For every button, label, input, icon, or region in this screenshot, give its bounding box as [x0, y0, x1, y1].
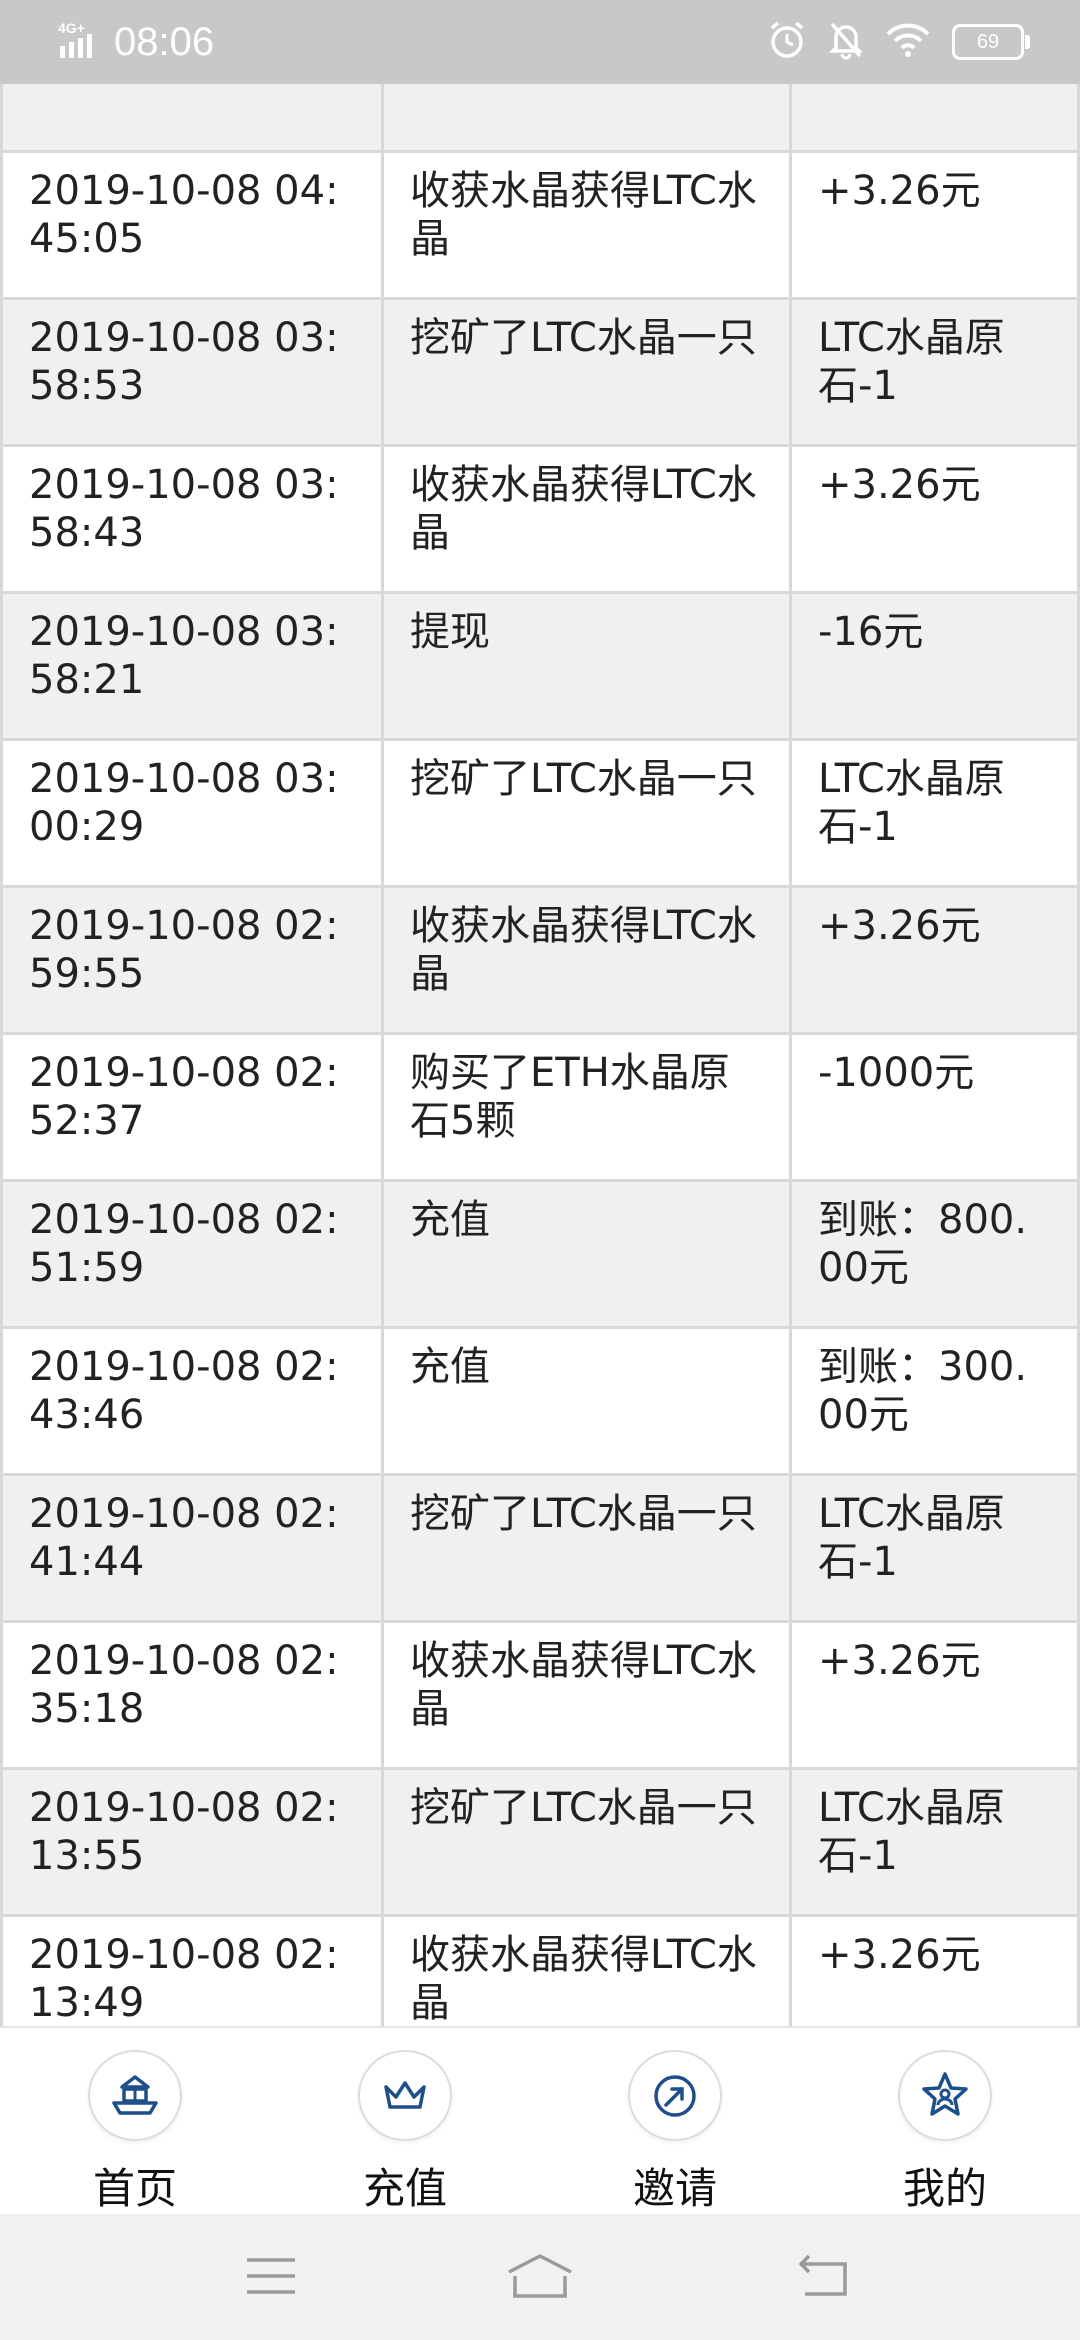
signal-icon: 4G+	[58, 20, 104, 64]
record-description: 收获水晶获得LTC水晶	[381, 1917, 789, 2026]
record-amount: +3.26元	[789, 447, 1080, 591]
tab-invite-label: 邀请	[632, 2164, 717, 2213]
record-description: 挖矿了LTC水晶一只	[381, 1476, 789, 1620]
crown-icon	[358, 2050, 452, 2141]
record-description: 提现	[381, 594, 789, 738]
status-right: 69	[768, 18, 1030, 66]
network-type: 4G+	[58, 20, 85, 36]
record-time: 2019-10-08 03:00:29	[0, 741, 381, 885]
tab-mine-label: 我的	[902, 2164, 987, 2213]
record-time: 2019-10-08 02:59:55	[0, 888, 381, 1032]
record-description: 充值	[381, 1182, 789, 1326]
record-amount: +3.26元	[789, 888, 1080, 1032]
tab-home-label: 首页	[92, 2164, 177, 2213]
table-row: 04:45:15只石-1	[0, 84, 1080, 153]
mute-icon	[828, 20, 864, 64]
record-description: 只	[381, 84, 789, 150]
record-description: 充值	[381, 1329, 789, 1473]
status-bar: 4G+ 08:06 69	[0, 0, 1080, 84]
record-description: 挖矿了LTC水晶一只	[381, 741, 789, 885]
record-time: 2019-10-08 02:52:37	[0, 1035, 381, 1179]
table-row: 2019-10-08 03:58:53 挖矿了LTC水晶一只 LTC水晶原石-1	[0, 300, 1080, 447]
record-time: 2019-10-08 03:58:21	[0, 594, 381, 738]
record-time: 2019-10-08 02:13:55	[0, 1770, 381, 1914]
tab-invite[interactable]: 邀请	[540, 2028, 810, 2216]
record-amount: LTC水晶原石-1	[789, 300, 1080, 444]
records-scroll-area[interactable]: 04:45:15只石-12019-10-08 04:45:05收获水晶获得LTC…	[0, 84, 1080, 2026]
table-row: 2019-10-08 02:52:37 购买了ETH水晶原石5颗 -1000元	[0, 1035, 1080, 1182]
record-time: 2019-10-08 02:51:59	[0, 1182, 381, 1326]
record-amount: LTC水晶原石-1	[789, 741, 1080, 885]
record-time: 2019-10-08 02:13:49	[0, 1917, 381, 2026]
table-row: 2019-10-08 03:58:43 收获水晶获得LTC水晶 +3.26元	[0, 447, 1080, 594]
system-nav-bar	[0, 2214, 1080, 2340]
record-time: 2019-10-08 03:58:53	[0, 300, 381, 444]
battery-level: 69	[976, 30, 1000, 53]
profile-star-icon	[898, 2050, 992, 2141]
record-amount: 到账：300.00元	[789, 1329, 1080, 1473]
tab-home[interactable]: 首页	[0, 2028, 270, 2216]
record-amount: +3.26元	[789, 1917, 1080, 2026]
record-amount: +3.26元	[789, 153, 1080, 297]
tab-recharge[interactable]: 充值	[270, 2028, 540, 2216]
tab-mine[interactable]: 我的	[810, 2028, 1080, 2216]
home-icon[interactable]	[505, 2250, 575, 2306]
invite-arrow-icon	[628, 2050, 722, 2141]
records-table: 04:45:15只石-12019-10-08 04:45:05收获水晶获得LTC…	[0, 84, 1080, 2026]
record-time: 04:45:15	[0, 84, 381, 150]
table-row: 2019-10-08 04:45:05 收获水晶获得LTC水晶 +3.26元	[0, 153, 1080, 300]
record-time: 2019-10-08 02:41:44	[0, 1476, 381, 1620]
bottom-tab-bar: 首页 充值 邀请 我的	[0, 2026, 1080, 2216]
record-amount: 到账：800.00元	[789, 1182, 1080, 1326]
record-amount: 石-1	[789, 84, 1080, 150]
table-row: 2019-10-08 02:13:55 挖矿了LTC水晶一只 LTC水晶原石-1	[0, 1770, 1080, 1917]
menu-icon[interactable]	[245, 2250, 297, 2306]
alarm-icon	[768, 20, 806, 64]
record-description: 挖矿了LTC水晶一只	[381, 300, 789, 444]
record-time: 2019-10-08 04:45:05	[0, 153, 381, 297]
record-description: 收获水晶获得LTC水晶	[381, 1623, 789, 1767]
table-row: 2019-10-08 02:59:55 收获水晶获得LTC水晶 +3.26元	[0, 888, 1080, 1035]
record-description: 购买了ETH水晶原石5颗	[381, 1035, 789, 1179]
record-description: 收获水晶获得LTC水晶	[381, 447, 789, 591]
table-row: 2019-10-08 02:13:49 收获水晶获得LTC水晶 +3.26元	[0, 1917, 1080, 2026]
wifi-icon	[886, 22, 930, 62]
record-amount: LTC水晶原石-1	[789, 1476, 1080, 1620]
record-time: 2019-10-08 02:43:46	[0, 1329, 381, 1473]
home-ship-icon	[88, 2050, 182, 2141]
record-amount: -1000元	[789, 1035, 1080, 1179]
record-amount: LTC水晶原石-1	[789, 1770, 1080, 1914]
table-row: 2019-10-08 02:41:44 挖矿了LTC水晶一只 LTC水晶原石-1	[0, 1476, 1080, 1623]
battery-icon: 69	[952, 24, 1030, 60]
record-description: 收获水晶获得LTC水晶	[381, 153, 789, 297]
tab-recharge-label: 充值	[362, 2164, 447, 2213]
record-description: 收获水晶获得LTC水晶	[381, 888, 789, 1032]
status-left: 4G+ 08:06	[58, 14, 214, 70]
record-description: 挖矿了LTC水晶一只	[381, 1770, 789, 1914]
record-time: 2019-10-08 03:58:43	[0, 447, 381, 591]
record-time: 2019-10-08 02:35:18	[0, 1623, 381, 1767]
back-icon[interactable]	[795, 2250, 855, 2306]
table-row: 2019-10-08 03:00:29 挖矿了LTC水晶一只 LTC水晶原石-1	[0, 741, 1080, 888]
record-amount: +3.26元	[789, 1623, 1080, 1767]
status-time: 08:06	[114, 19, 215, 64]
table-row: 2019-10-08 02:35:18 收获水晶获得LTC水晶 +3.26元	[0, 1623, 1080, 1770]
table-row: 2019-10-08 03:58:21 提现 -16元	[0, 594, 1080, 741]
record-amount: -16元	[789, 594, 1080, 738]
table-row: 2019-10-08 02:51:59 充值 到账：800.00元	[0, 1182, 1080, 1329]
table-row: 2019-10-08 02:43:46 充值 到账：300.00元	[0, 1329, 1080, 1476]
